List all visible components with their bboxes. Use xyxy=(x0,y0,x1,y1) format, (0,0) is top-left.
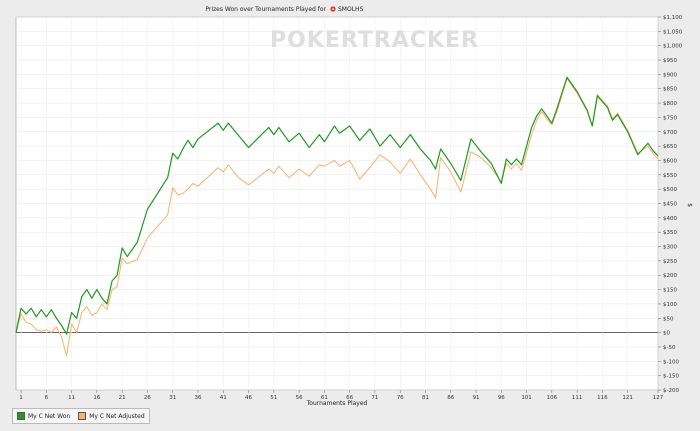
y-tick-label: $200 xyxy=(663,273,677,279)
x-tick-label: 1 xyxy=(19,395,23,401)
y-tick-label: $100 xyxy=(663,302,677,308)
player-icon xyxy=(330,6,336,12)
chart-title: Prizes Won over Tournaments Played for xyxy=(205,6,326,13)
y-tick-label: $900 xyxy=(663,72,677,78)
y-tick-label: $1,050 xyxy=(663,29,683,35)
y-tick-label: $600 xyxy=(663,158,677,164)
legend-label-net-won: My C Net Won xyxy=(28,412,71,420)
x-tick-label: 16 xyxy=(93,395,100,401)
x-tick-label: 6 xyxy=(45,395,49,401)
y-tick-label: $300 xyxy=(663,245,677,251)
player-name: SMOLHS xyxy=(338,6,364,13)
y-axis-ticks: $1,100 $1,050 $1,000 $950 $900 $850 $800 $750 $7… xyxy=(658,15,683,394)
x-tick-label: 86 xyxy=(447,395,454,401)
y-tick-label: $550 xyxy=(663,173,677,179)
y-tick-label: $-50 xyxy=(663,345,676,351)
x-tick-label: 51 xyxy=(270,395,277,401)
x-tick-label: 36 xyxy=(194,395,201,401)
y-tick-label: $950 xyxy=(663,58,677,64)
legend-item-net-adjusted[interactable]: My C Net Adjusted xyxy=(78,412,145,420)
x-tick-label: 56 xyxy=(296,395,303,401)
y-tick-label: $400 xyxy=(663,216,677,222)
y-tick-label: $-100 xyxy=(663,359,679,365)
y-tick-label: $-150 xyxy=(663,374,679,380)
y-tick-label: $700 xyxy=(663,130,677,136)
x-tick-label: 106 xyxy=(547,395,558,401)
y-axis-label: $ xyxy=(686,203,693,207)
x-tick-label: 26 xyxy=(144,395,151,401)
x-axis-label: Tournaments Played xyxy=(306,400,368,407)
x-tick-label: 96 xyxy=(498,395,505,401)
y-tick-label: $350 xyxy=(663,230,677,236)
x-tick-label: 41 xyxy=(220,395,227,401)
y-tick-label: $150 xyxy=(663,288,677,294)
y-tick-label: $1,000 xyxy=(663,44,683,50)
y-tick-label: $800 xyxy=(663,101,677,107)
x-tick-label: 46 xyxy=(245,395,252,401)
y-tick-label: $650 xyxy=(663,144,677,150)
y-tick-label: $1,100 xyxy=(663,15,683,21)
x-tick-label: 91 xyxy=(473,395,480,401)
y-tick-label: $750 xyxy=(663,115,677,121)
y-tick-label: $850 xyxy=(663,87,677,93)
legend-swatch-net-adjusted xyxy=(78,412,87,420)
x-tick-label: 116 xyxy=(597,395,608,401)
legend-swatch-net-won xyxy=(17,412,25,420)
x-tick-label: 76 xyxy=(397,395,404,401)
x-tick-label: 21 xyxy=(119,395,126,401)
y-tick-label: $250 xyxy=(663,259,677,265)
y-tick-label: $450 xyxy=(663,202,677,208)
x-tick-label: 11 xyxy=(68,395,75,401)
legend: My C Net Won My C Net Adjusted xyxy=(12,408,150,424)
x-tick-label: 111 xyxy=(572,395,583,401)
watermark: POKERTRACKER xyxy=(270,28,479,53)
y-tick-label: $50 xyxy=(663,316,674,322)
y-tick-label: $0 xyxy=(663,331,670,337)
legend-item-net-won[interactable]: My C Net Won xyxy=(17,412,70,420)
y-tick-label: $500 xyxy=(663,187,677,193)
y-tick-label: $-200 xyxy=(663,388,679,394)
x-tick-label: 81 xyxy=(422,395,429,401)
x-tick-label: 121 xyxy=(622,395,633,401)
x-tick-label: 127 xyxy=(653,395,664,401)
legend-label-net-adjusted: My C Net Adjusted xyxy=(89,412,145,420)
x-tick-label: 101 xyxy=(521,395,532,401)
x-tick-label: 31 xyxy=(169,395,176,401)
chart-svg: POKERTRACKER $1,100$1,050$1,000$950$900$… xyxy=(15,6,693,407)
x-tick-label: 71 xyxy=(371,395,378,401)
